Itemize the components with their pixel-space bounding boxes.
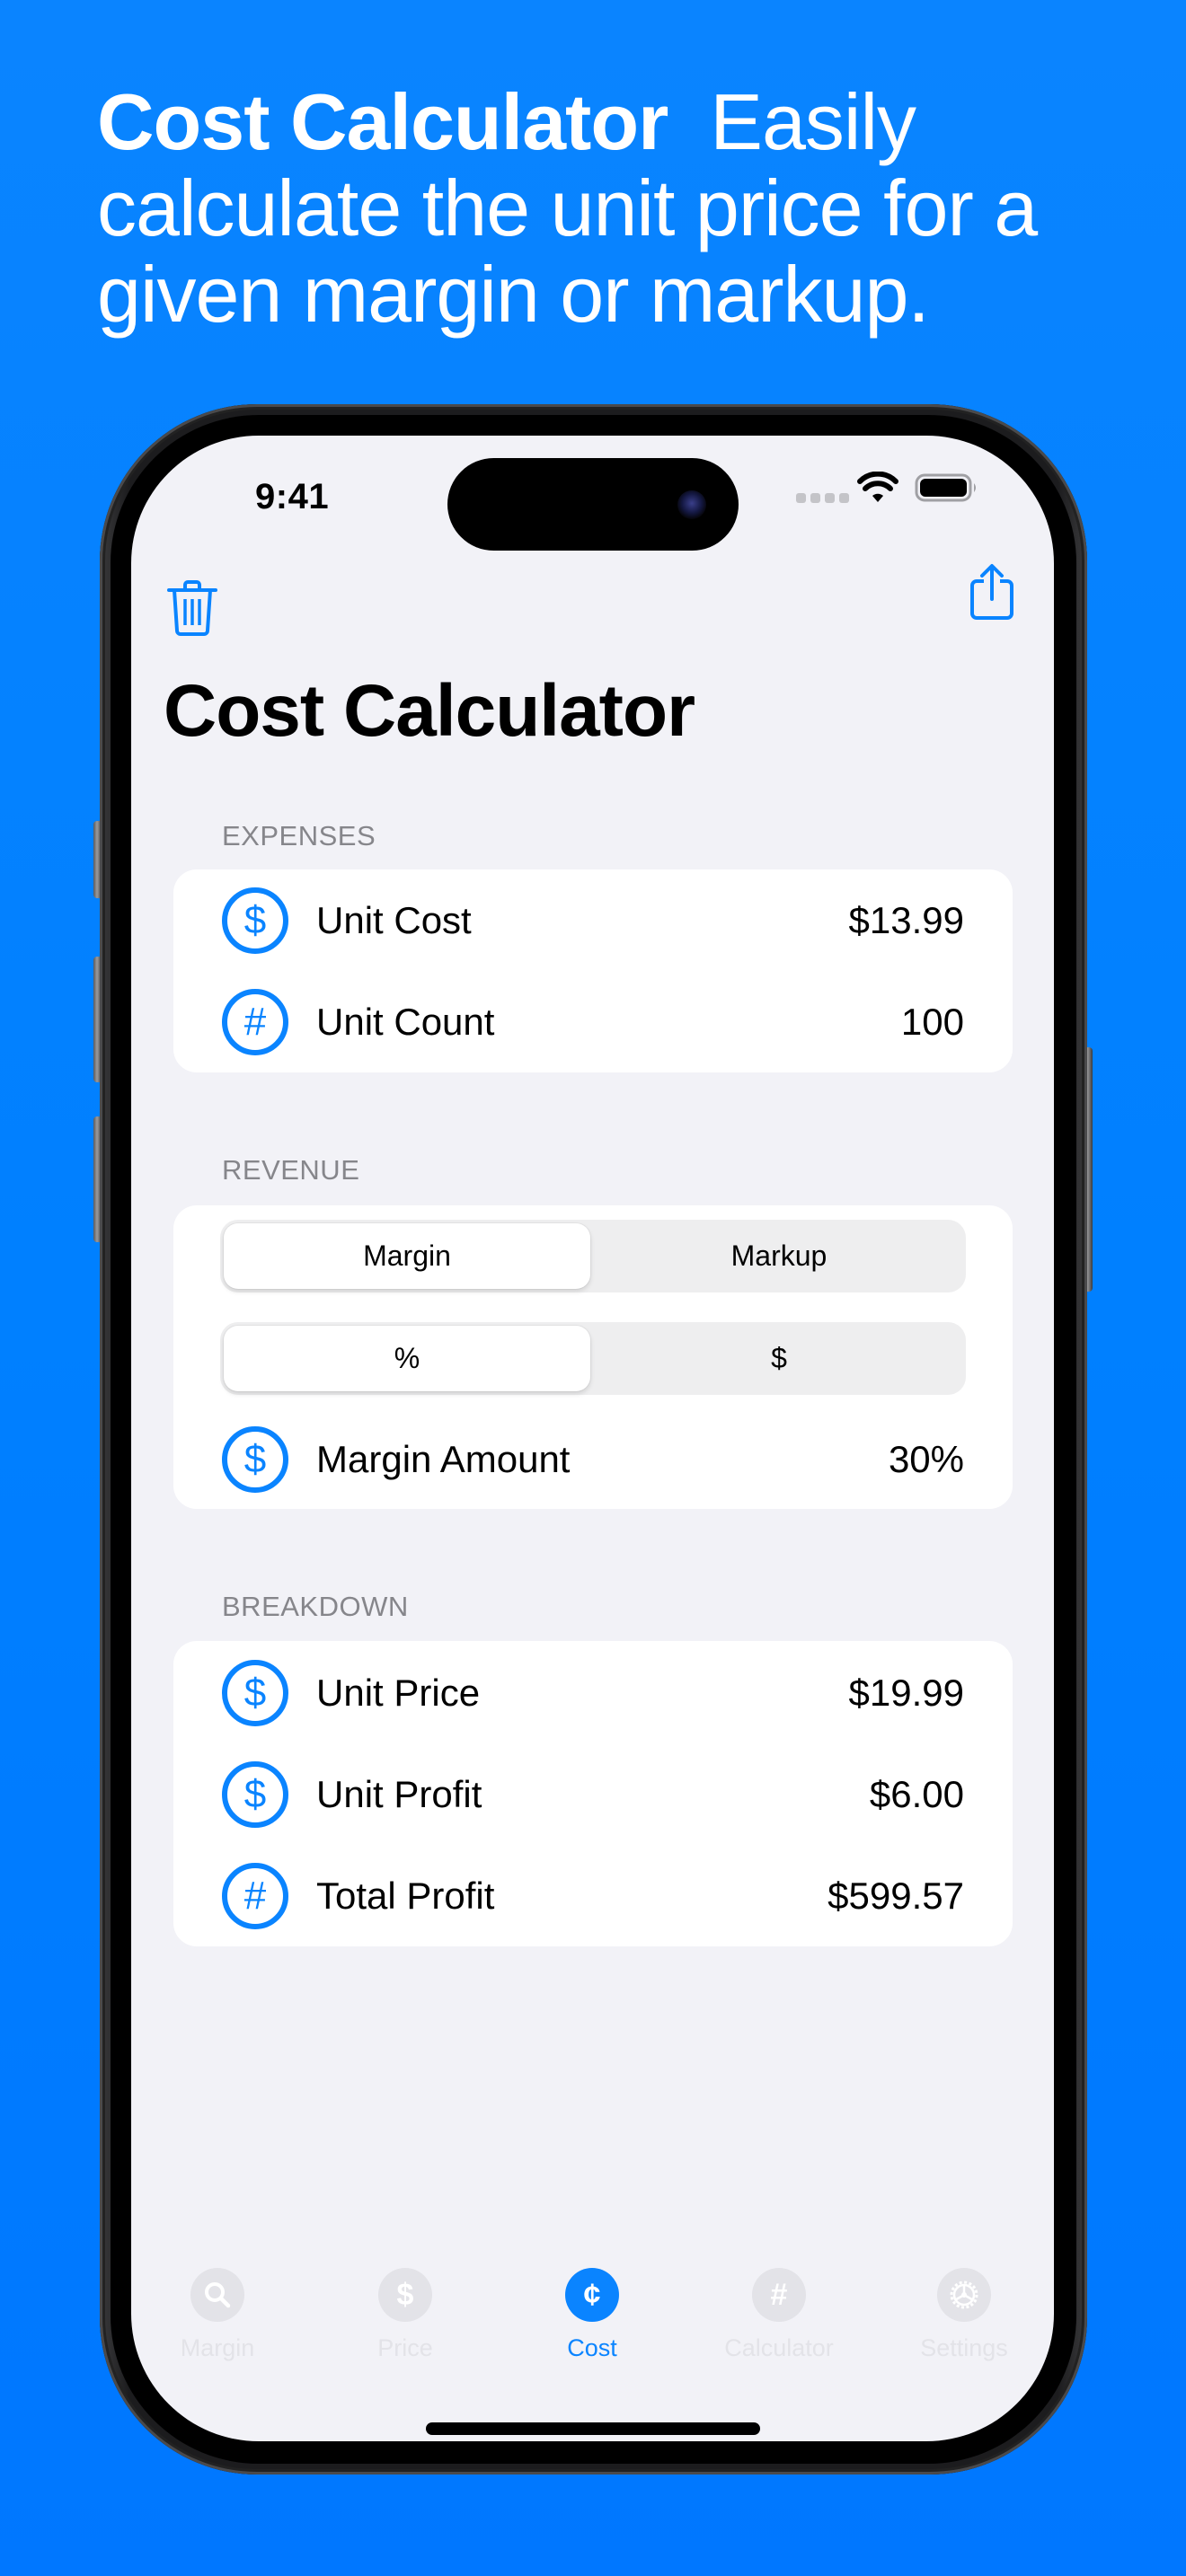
breakdown-card: $ Unit Price $19.99 $ Unit Profit $6.00 …: [173, 1641, 1013, 1946]
unit-cost-value[interactable]: $13.99: [849, 899, 964, 942]
number-circle-icon: #: [222, 1862, 288, 1929]
tab-label: Cost: [567, 2334, 617, 2361]
segment-markup[interactable]: Markup: [596, 1223, 962, 1289]
tab-calculator[interactable]: # Calculator: [698, 2268, 860, 2362]
margin-amount-value[interactable]: 30%: [889, 1438, 964, 1481]
dollarsign-icon: $: [378, 2268, 432, 2322]
headline-app-name: Cost Calculator: [97, 77, 668, 166]
section-header-expenses: Expenses: [222, 820, 376, 851]
segment-percent[interactable]: %: [224, 1326, 590, 1391]
unit-price-row: $ Unit Price $19.99: [173, 1642, 1013, 1743]
page-title: Cost Calculator: [164, 670, 695, 752]
tab-price[interactable]: $ Price: [324, 2268, 486, 2362]
unit-count-row[interactable]: # Unit Count 100: [173, 971, 1013, 1072]
section-header-breakdown: Breakdown: [222, 1591, 409, 1622]
front-camera: [677, 490, 706, 519]
unit-price-value: $19.99: [848, 1671, 964, 1714]
centsign-icon: ¢: [565, 2268, 619, 2322]
margin-markup-picker[interactable]: Margin Markup: [220, 1220, 966, 1292]
row-label: Unit Cost: [316, 898, 472, 941]
tab-bar: Margin $ Price ¢ Cost # Calculator Setti…: [131, 2268, 1054, 2376]
segment-margin[interactable]: Margin: [224, 1223, 590, 1289]
unit-count-value[interactable]: 100: [901, 1001, 964, 1044]
status-time: 9:41: [255, 477, 330, 516]
tab-cost[interactable]: ¢ Cost: [511, 2268, 673, 2362]
dollarsign-circle-icon: $: [222, 1760, 288, 1828]
dynamic-island: [447, 458, 739, 551]
row-label: Total Profit: [316, 1874, 495, 1917]
magnifyingglass-icon: [190, 2268, 244, 2322]
trash-icon[interactable]: [167, 579, 217, 637]
tab-settings[interactable]: Settings: [883, 2268, 1045, 2362]
segment-dollar[interactable]: $: [596, 1326, 962, 1391]
battery-icon: [915, 473, 976, 502]
margin-amount-row[interactable]: $ Margin Amount 30%: [173, 1408, 1013, 1510]
share-icon[interactable]: [967, 563, 1017, 621]
wifi-icon: [857, 472, 898, 502]
revenue-card: Margin Markup % $ $ Margin Amount 30%: [173, 1205, 1013, 1509]
row-label: Unit Count: [316, 1000, 495, 1043]
expenses-card: $ Unit Cost $13.99 # Unit Count 100: [173, 869, 1013, 1072]
tab-label: Margin: [180, 2334, 255, 2361]
tab-margin[interactable]: Margin: [137, 2268, 298, 2362]
section-header-revenue: Revenue: [222, 1154, 360, 1186]
tab-label: Price: [377, 2334, 433, 2361]
row-label: Margin Amount: [316, 1437, 571, 1480]
tab-label: Settings: [920, 2334, 1008, 2361]
total-profit-value: $599.57: [828, 1874, 964, 1917]
gear-icon: [937, 2268, 991, 2322]
dollarsign-circle-icon: $: [222, 1425, 288, 1493]
row-label: Unit Price: [316, 1671, 481, 1714]
percent-dollar-picker[interactable]: % $: [220, 1322, 966, 1395]
row-label: Unit Profit: [316, 1772, 482, 1815]
phone-screen: 9:41 Cost Calculator Expenses $ Unit Cos…: [131, 436, 1054, 2441]
unit-profit-row: $ Unit Profit $6.00: [173, 1743, 1013, 1845]
home-indicator[interactable]: [426, 2422, 760, 2435]
number-circle-icon: #: [222, 988, 288, 1055]
cellular-signal-icon: [796, 493, 849, 503]
unit-profit-value: $6.00: [869, 1772, 964, 1815]
dollarsign-circle-icon: $: [222, 1659, 288, 1726]
unit-cost-row[interactable]: $ Unit Cost $13.99: [173, 869, 1013, 971]
total-profit-row: # Total Profit $599.57: [173, 1845, 1013, 1946]
tab-label: Calculator: [724, 2334, 834, 2361]
dollarsign-circle-icon: $: [222, 887, 288, 954]
number-icon: #: [752, 2268, 806, 2322]
marketing-headline: Cost Calculator Easily calculate the uni…: [97, 79, 1130, 338]
